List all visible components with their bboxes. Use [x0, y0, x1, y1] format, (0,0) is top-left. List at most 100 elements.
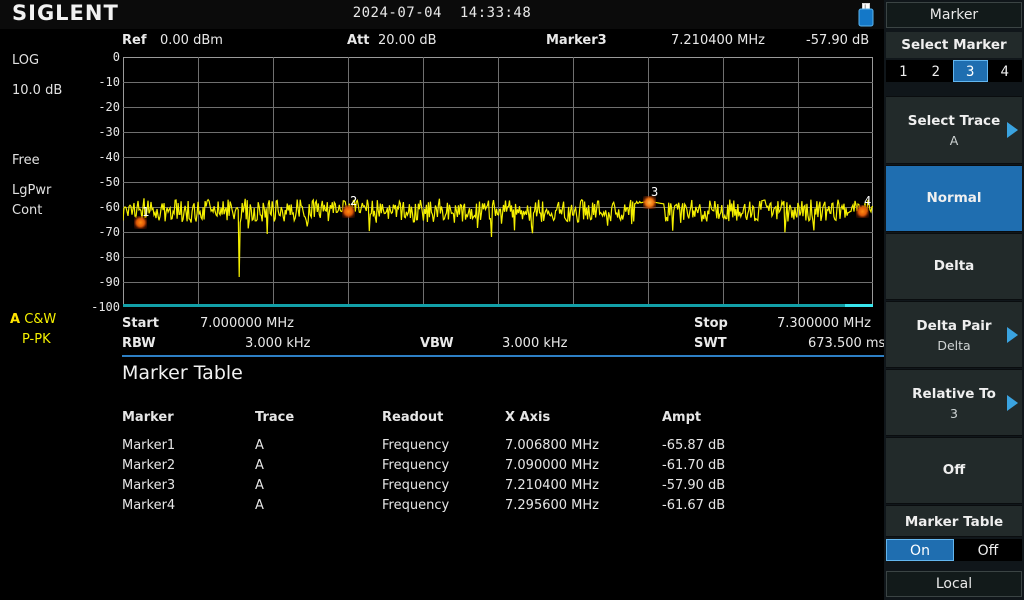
softkey-select-trace[interactable]: Select Trace A	[886, 96, 1022, 164]
softkey-marker-table[interactable]: Marker Table	[886, 505, 1022, 537]
chevron-right-icon	[1007, 394, 1018, 411]
y-tick-label: -70	[98, 225, 120, 239]
softkey-select-trace-value: A	[949, 133, 959, 148]
y-tick-label: -20	[98, 100, 120, 114]
marker-name: Marker2	[122, 458, 176, 473]
marker-3-number-label: 3	[651, 184, 659, 199]
active-marker-label: Marker3	[546, 33, 607, 48]
marker-trace: A	[255, 458, 264, 473]
swt-label: SWT	[694, 336, 727, 351]
softkey-delta-pair-value: Delta	[937, 338, 971, 353]
spectrum-analyzer-screen: SIGLENT 2024-07-04 14:33:48 Ref 0.00 dBm…	[0, 0, 1024, 600]
date-text: 2024-07-04	[352, 5, 442, 21]
marker-x-axis: 7.006800 MHz	[505, 438, 599, 453]
chevron-right-icon	[1007, 326, 1018, 343]
softkey-select-marker[interactable]: Select Marker	[886, 32, 1022, 58]
marker-amplitude: -61.70 dB	[662, 458, 726, 473]
section-divider	[122, 355, 884, 357]
softkey-relative-to-value: 3	[950, 406, 958, 421]
y-tick-label: -90	[98, 275, 120, 289]
time-text: 14:33:48	[459, 5, 532, 21]
marker-readout: Frequency	[382, 498, 450, 513]
vbw-label: VBW	[420, 336, 454, 351]
softkey-delta[interactable]: Delta	[886, 233, 1022, 300]
y-tick-label: -60	[98, 200, 120, 214]
marker-trace: A	[255, 498, 264, 513]
table-row[interactable]: Marker3 A Frequency 7.210400 MHz -57.90 dB	[122, 478, 882, 498]
softkey-relative-to[interactable]: Relative To 3	[886, 369, 1022, 436]
y-tick-label: -40	[98, 150, 120, 164]
sweep-progress-indicator	[123, 304, 873, 307]
stop-freq-value[interactable]: 7.300000 MHz	[777, 316, 871, 331]
y-tick-label: -30	[98, 125, 120, 139]
panel-title: Marker	[886, 2, 1022, 28]
marker-table-toggle-on[interactable]: On	[886, 539, 954, 561]
start-freq-value[interactable]: 7.000000 MHz	[200, 316, 294, 331]
marker-table: Marker Trace Readout X Axis Ampt Marker1…	[122, 410, 882, 518]
sweep-position-highlight	[845, 304, 873, 307]
marker-x-axis: 7.210400 MHz	[505, 478, 599, 493]
softkey-delta-pair-label: Delta Pair	[916, 318, 992, 334]
y-axis-labels: 0 -10 -20 -30 -40 -50 -60 -70 -80 -90 -100	[78, 50, 120, 314]
marker-name: Marker1	[122, 438, 176, 453]
marker-number-pair-group: 1 2	[886, 60, 953, 82]
softkey-normal[interactable]: Normal	[886, 165, 1022, 232]
rbw-value[interactable]: 3.000 kHz	[245, 336, 310, 351]
measurement-info-bar: Ref 0.00 dBm Att 20.00 dB Marker3 7.2104…	[0, 33, 884, 53]
marker-readout: Frequency	[382, 458, 450, 473]
active-marker-frequency: 7.210400 MHz	[671, 33, 765, 48]
softkey-off[interactable]: Off	[886, 437, 1022, 504]
ref-label: Ref	[122, 33, 147, 48]
softkey-relative-to-label: Relative To	[912, 386, 996, 402]
scale-type-label: LOG	[12, 53, 40, 68]
datetime-display: 2024-07-04 14:33:48	[0, 5, 884, 21]
marker-number-1[interactable]: 1	[887, 61, 920, 81]
marker-table-title: Marker Table	[122, 362, 243, 384]
marker-name: Marker3	[122, 478, 176, 493]
trace-polyline	[123, 198, 873, 278]
title-bar: SIGLENT 2024-07-04 14:33:48	[0, 0, 884, 29]
swt-value[interactable]: 673.500 ms	[808, 336, 885, 351]
marker-table-toggle-off[interactable]: Off	[954, 539, 1022, 561]
marker-table-header: Marker Trace Readout X Axis Ampt	[122, 410, 882, 438]
marker-trace: A	[255, 438, 264, 453]
softkey-panel: Marker Select Marker 1 2 3 4 Select Trac…	[884, 0, 1024, 600]
marker-amplitude: -61.67 dB	[662, 498, 726, 513]
marker-trace: A	[255, 478, 264, 493]
marker-table-toggle[interactable]: On Off	[886, 539, 1022, 561]
spectrum-plot[interactable]: 1 2 3 4	[123, 57, 873, 307]
marker-number-3[interactable]: 3	[953, 60, 988, 82]
start-freq-label: Start	[122, 316, 159, 331]
trace-a-waveform	[123, 198, 873, 278]
local-button[interactable]: Local	[886, 571, 1022, 597]
marker-name: Marker4	[122, 498, 176, 513]
sweep-mode-label: Cont	[12, 203, 43, 218]
table-row[interactable]: Marker1 A Frequency 7.006800 MHz -65.87 dB	[122, 438, 882, 458]
trigger-mode-label: Free	[12, 153, 40, 168]
marker-readout: Frequency	[382, 438, 450, 453]
column-header-marker: Marker	[122, 410, 174, 425]
softkey-delta-pair[interactable]: Delta Pair Delta	[886, 301, 1022, 368]
averaging-type-label: LgPwr	[12, 183, 52, 198]
att-value: 20.00 dB	[378, 33, 437, 48]
column-header-ampt: Ampt	[662, 410, 702, 425]
marker-number-selector[interactable]: 1 2 3 4	[886, 60, 1022, 82]
usb-drive-icon	[858, 3, 874, 27]
marker-1-number-label: 1	[142, 204, 150, 219]
y-tick-label: 0	[112, 50, 120, 64]
marker-2-number-label: 2	[350, 194, 358, 209]
column-header-readout: Readout	[382, 410, 444, 425]
vbw-value[interactable]: 3.000 kHz	[502, 336, 567, 351]
marker-x-axis: 7.295600 MHz	[505, 498, 599, 513]
table-row[interactable]: Marker4 A Frequency 7.295600 MHz -61.67 dB	[122, 498, 882, 518]
marker-amplitude: -57.90 dB	[662, 478, 726, 493]
table-row[interactable]: Marker2 A Frequency 7.090000 MHz -61.70 dB	[122, 458, 882, 478]
y-tick-label: -10	[98, 75, 120, 89]
marker-number-4[interactable]: 4	[987, 60, 1022, 82]
y-tick-label: -80	[98, 250, 120, 264]
softkey-select-trace-label: Select Trace	[907, 113, 1001, 129]
marker-amplitude: -65.87 dB	[662, 438, 726, 453]
marker-number-2[interactable]: 2	[920, 61, 953, 81]
chevron-right-icon	[1007, 122, 1018, 138]
ref-value: 0.00 dBm	[160, 33, 223, 48]
